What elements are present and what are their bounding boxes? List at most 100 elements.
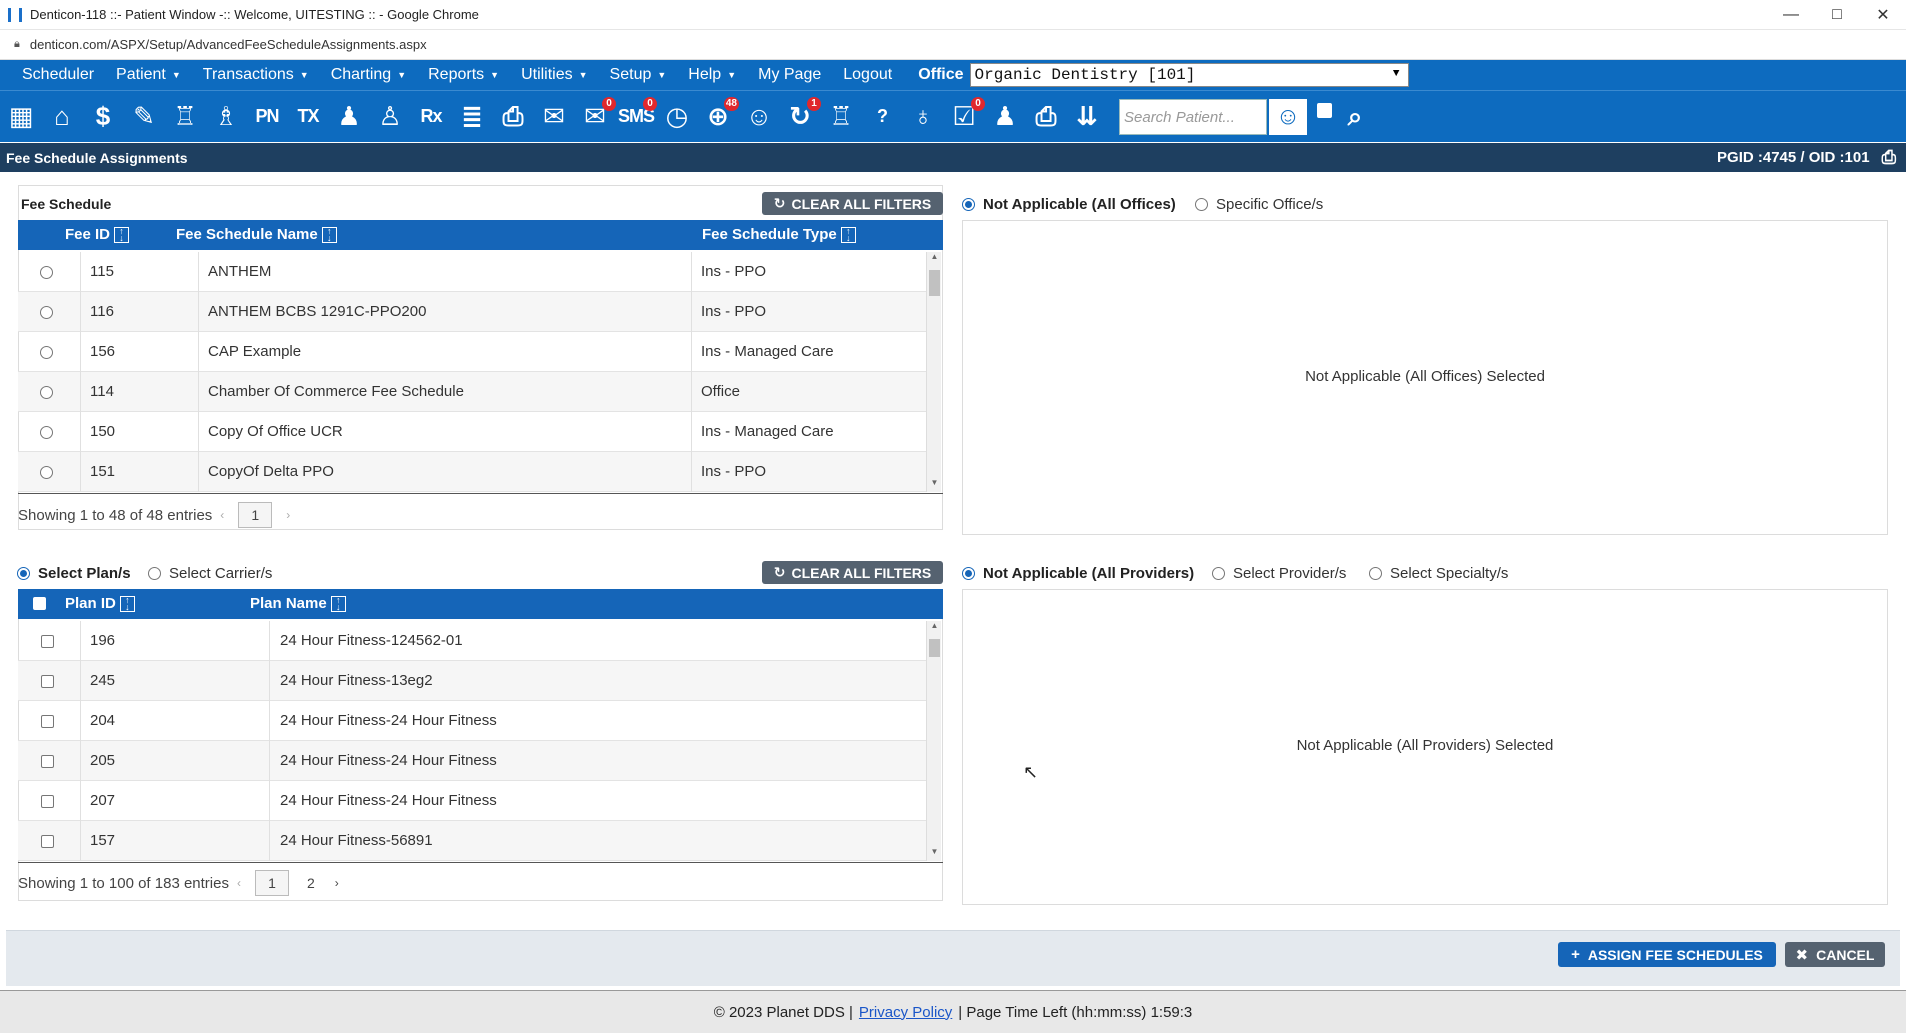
radio-select-specialty[interactable]	[1369, 567, 1382, 580]
next-page-icon[interactable]: ›	[335, 876, 339, 890]
plans-grid-scrollbar[interactable]: ▲ ▼	[926, 621, 941, 861]
row-select-radio[interactable]	[40, 426, 53, 439]
menu-transactions[interactable]: Transactions ▼	[203, 66, 309, 84]
col-fee-schedule-type[interactable]: Fee Schedule Type ↑ ↓	[702, 226, 856, 244]
printer-icon[interactable]: ⎙	[1029, 99, 1063, 135]
radio-offices-na[interactable]	[962, 198, 975, 211]
prescription-icon[interactable]: Rx	[414, 99, 448, 135]
providers-not-applicable-option[interactable]: Not Applicable (All Providers)	[962, 565, 1194, 582]
select-providers-option[interactable]: Select Provider/s	[1212, 565, 1346, 582]
scroll-down-icon[interactable]: ▼	[927, 847, 942, 861]
radio-providers-na[interactable]	[962, 567, 975, 580]
col-fee-id[interactable]: Fee ID ↑ ↓	[65, 226, 130, 244]
menu-setup[interactable]: Setup ▼	[610, 66, 667, 84]
print-icon[interactable]: ⎙	[1882, 147, 1896, 168]
col-fee-schedule-name[interactable]: Fee Schedule Name ↑ ↓	[176, 226, 337, 244]
radio-offices-specific[interactable]	[1195, 198, 1208, 211]
plan-row[interactable]: 205 24 Hour Fitness-24 Hour Fitness	[18, 741, 926, 781]
row-select-checkbox[interactable]	[41, 755, 54, 768]
scroll-down-icon[interactable]: ▼	[927, 478, 942, 492]
notes-icon[interactable]: ≣	[455, 99, 489, 135]
sort-icon[interactable]: ↑ ↓	[119, 596, 135, 613]
sort-icon[interactable]: ↑ ↓	[330, 596, 346, 613]
family-icon[interactable]: ♙	[373, 99, 407, 135]
edit-notes-icon[interactable]: ✎	[127, 99, 161, 135]
plan-row[interactable]: 157 24 Hour Fitness-56891	[18, 821, 926, 861]
add-patient-icon[interactable]: ♟	[332, 99, 366, 135]
dollar-icon[interactable]: $	[86, 99, 120, 135]
fee-schedule-row[interactable]: 156 CAP Example Ins - Managed Care	[18, 332, 926, 372]
progress-notes-icon[interactable]: PN	[250, 99, 284, 135]
clock-icon[interactable]: ◷	[660, 99, 694, 135]
tooth-icon[interactable]: ♖	[824, 99, 858, 135]
select-carriers-option[interactable]: Select Carrier/s	[148, 565, 272, 582]
search-patient-input[interactable]: Search Patient...	[1119, 98, 1267, 135]
menu-patient[interactable]: Patient ▼	[116, 66, 181, 84]
row-select-radio[interactable]	[40, 306, 53, 319]
fee-schedule-row[interactable]: 114 Chamber Of Commerce Fee Schedule Offic…	[18, 372, 926, 412]
sort-icon[interactable]: ↑ ↓	[840, 227, 856, 244]
page-button-1[interactable]: 1	[238, 502, 273, 528]
menu-scheduler[interactable]: Scheduler	[22, 66, 94, 84]
row-select-checkbox[interactable]	[41, 835, 54, 848]
prev-page-icon[interactable]: ‹	[237, 876, 241, 890]
assign-fee-schedules-button[interactable]: + ASSIGN FEE SCHEDULES	[1558, 942, 1776, 967]
menu-logout[interactable]: Logout	[843, 66, 892, 84]
clear-filters-button[interactable]: ↻ CLEAR ALL FILTERS	[762, 192, 943, 215]
help-tooth-icon[interactable]: ?	[865, 99, 899, 135]
fee-schedule-row[interactable]: 151 CopyOf Delta PPO Ins - PPO	[18, 452, 926, 492]
home-icon[interactable]: ⌂	[45, 99, 79, 135]
fee-schedule-row[interactable]: 115 ANTHEM Ins - PPO	[18, 252, 926, 292]
row-select-checkbox[interactable]	[41, 715, 54, 728]
row-select-checkbox[interactable]	[41, 795, 54, 808]
offices-not-applicable-option[interactable]: Not Applicable (All Offices)	[962, 196, 1176, 213]
cancel-button[interactable]: ✖ CANCEL	[1785, 942, 1885, 967]
minimize-icon[interactable]: —	[1768, 0, 1814, 30]
row-select-checkbox[interactable]	[41, 675, 54, 688]
col-plan-name[interactable]: Plan Name ↑ ↓	[250, 595, 346, 613]
office-select[interactable]: Organic Dentistry [101] ▼	[969, 63, 1409, 87]
select-specialty-option[interactable]: Select Specialty/s	[1369, 565, 1508, 582]
row-select-checkbox[interactable]	[41, 635, 54, 648]
globe-icon[interactable]: ♁	[906, 99, 940, 135]
support-icon[interactable]: ☺	[742, 99, 776, 135]
close-icon[interactable]: ✕	[1860, 0, 1906, 30]
url-text[interactable]: denticon.com/ASPX/Setup/AdvancedFeeSched…	[30, 37, 427, 52]
documents-icon[interactable]: ⎙	[496, 99, 530, 135]
scroll-up-icon[interactable]: ▲	[927, 252, 942, 266]
menu-utilities[interactable]: Utilities ▼	[521, 66, 587, 84]
page-link-2[interactable]: 2	[307, 875, 315, 891]
select-all-plans-checkbox[interactable]	[33, 597, 46, 610]
calendar-icon[interactable]: ▦	[4, 99, 38, 135]
fee-schedule-row[interactable]: 150 Copy Of Office UCR Ins - Managed Care	[18, 412, 926, 452]
tooth-chart-icon[interactable]: ♖	[168, 99, 202, 135]
row-select-radio[interactable]	[40, 346, 53, 359]
scroll-up-icon[interactable]: ▲	[927, 621, 942, 635]
plan-row[interactable]: 196 24 Hour Fitness-124562-01	[18, 621, 926, 661]
row-select-radio[interactable]	[40, 466, 53, 479]
clear-plan-filters-button[interactable]: ↻ CLEAR ALL FILTERS	[762, 561, 943, 584]
advanced-search-icon[interactable]: ⌕	[1338, 99, 1372, 135]
col-plan-id[interactable]: Plan ID ↑ ↓	[65, 595, 135, 613]
offices-specific-option[interactable]: Specific Office/s	[1195, 196, 1323, 213]
messages-icon[interactable]: ✉ 0	[578, 96, 616, 135]
maximize-icon[interactable]: □	[1814, 0, 1860, 30]
menu-help[interactable]: Help ▼	[688, 66, 736, 84]
toolbar-checkbox[interactable]	[1317, 103, 1332, 118]
download-icon[interactable]: ⇊	[1070, 99, 1104, 135]
sort-icon[interactable]: ↑ ↓	[321, 227, 337, 244]
patient-search-icon[interactable]: ☺	[1269, 98, 1307, 135]
address-bar[interactable]: 🔒︎ denticon.com/ASPX/Setup/AdvancedFeeSc…	[0, 30, 1906, 60]
sort-icon[interactable]: ↑ ↓	[114, 227, 130, 244]
sms-icon[interactable]: SMS 0	[618, 96, 657, 135]
fee-schedule-row[interactable]: 116 ANTHEM BCBS 1291C-PPO200 Ins - PPO	[18, 292, 926, 332]
radio-select-providers[interactable]	[1212, 567, 1225, 580]
alerts-icon[interactable]: ↻ 1	[783, 96, 821, 135]
row-select-radio[interactable]	[40, 266, 53, 279]
row-select-radio[interactable]	[40, 386, 53, 399]
mail-icon[interactable]: ✉	[537, 99, 571, 135]
tasks-icon[interactable]: ☑ 0	[947, 96, 985, 135]
menu-charting[interactable]: Charting ▼	[331, 66, 406, 84]
select-plans-option[interactable]: Select Plan/s	[17, 565, 131, 582]
plan-row[interactable]: 245 24 Hour Fitness-13eg2	[18, 661, 926, 701]
